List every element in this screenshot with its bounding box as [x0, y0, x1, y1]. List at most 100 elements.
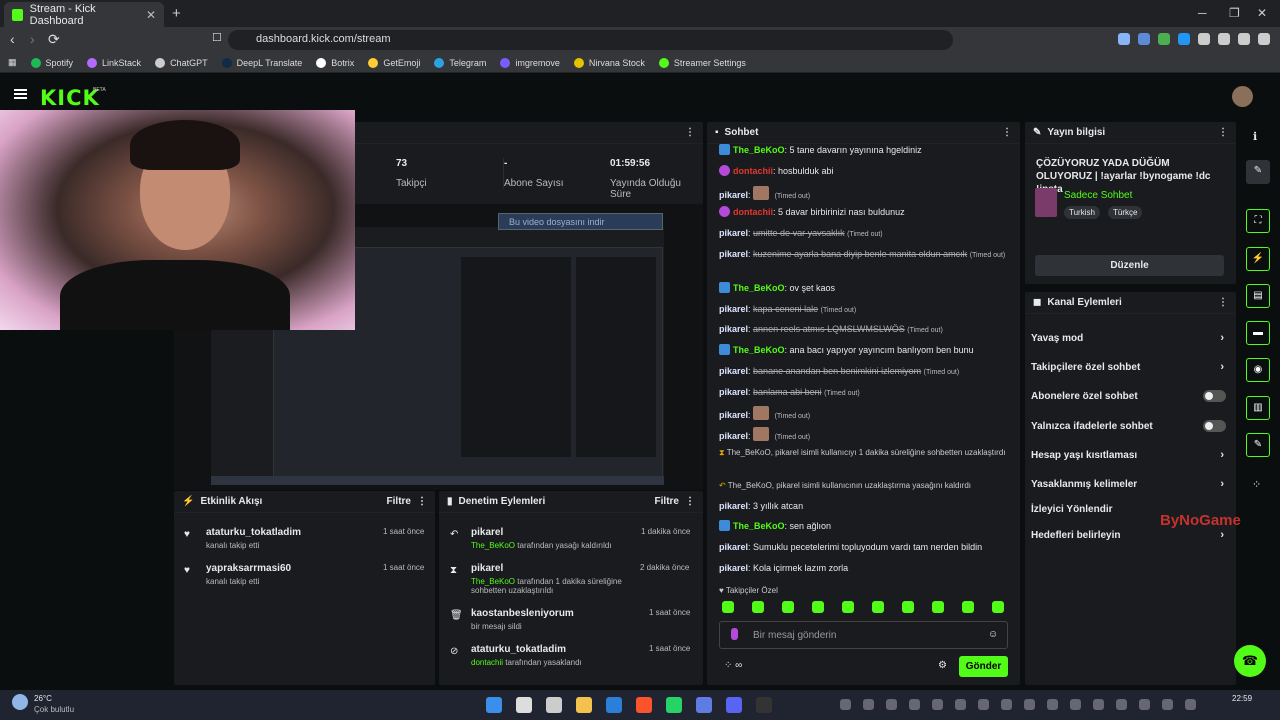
tray-icon[interactable]	[909, 699, 920, 710]
bookmark-streamer-settings[interactable]: Streamer Settings	[658, 57, 746, 68]
chat-username[interactable]: The_BeKoO	[733, 145, 785, 155]
forward-icon[interactable]: ›	[30, 31, 35, 47]
apps-grid-icon[interactable]: ▦	[8, 57, 17, 68]
emote-icon[interactable]	[752, 601, 764, 613]
action-account-age[interactable]: Hesap yaşı kısıtlaması ›	[1031, 449, 1226, 461]
chat-input[interactable]: Bir mesaj gönderin	[719, 621, 1008, 649]
toggle-switch[interactable]	[1203, 390, 1226, 402]
tray-icon[interactable]	[1001, 699, 1012, 710]
tray-icon[interactable]	[1024, 699, 1035, 710]
tray-icon[interactable]	[886, 699, 897, 710]
bookmark-telegram[interactable]: Telegram	[434, 57, 486, 68]
brave-icon[interactable]	[636, 697, 652, 713]
avatar[interactable]	[1232, 86, 1253, 107]
apps-icon[interactable]: ⁘	[1252, 478, 1261, 491]
gear-icon[interactable]: ⚙	[938, 660, 947, 671]
chat-bubble-icon[interactable]: ▬	[1246, 321, 1270, 345]
bookmark-imgremove[interactable]: imgremove	[500, 57, 560, 68]
tray-icon[interactable]	[955, 699, 966, 710]
bolt-icon[interactable]: ⚡	[1246, 247, 1270, 271]
emote-icon[interactable]	[812, 601, 824, 613]
tray-icon[interactable]	[1070, 699, 1081, 710]
category-link[interactable]: Sadece Sohbet	[1064, 190, 1132, 201]
extension-icon[interactable]	[1198, 33, 1210, 45]
obs-icon[interactable]	[756, 697, 772, 713]
extension-icon[interactable]	[1238, 33, 1250, 45]
action-subscribers-only[interactable]: Abonelere özel sohbet	[1031, 390, 1226, 402]
tray-icon[interactable]	[863, 699, 874, 710]
extension-icon[interactable]	[1118, 33, 1130, 45]
store-icon[interactable]	[606, 697, 622, 713]
tray-icon[interactable]	[1093, 699, 1104, 710]
emote-icon[interactable]	[872, 601, 884, 613]
emote-icon[interactable]	[932, 601, 944, 613]
chat-username[interactable]: dontachii	[733, 207, 773, 217]
broadcast-icon[interactable]: ◉	[1246, 358, 1270, 382]
bookmark-nirvana[interactable]: Nirvana Stock	[573, 57, 645, 68]
tray-icon[interactable]	[978, 699, 989, 710]
emote-icon[interactable]	[722, 601, 734, 613]
action-banned-words[interactable]: Yasaklanmış kelimeler ›	[1031, 478, 1226, 490]
bookmark-deepl[interactable]: DeepL Translate	[221, 57, 302, 68]
bookmark-botrix[interactable]: Botrix	[316, 57, 354, 68]
extension-icon[interactable]	[1258, 33, 1270, 45]
more-options-icon[interactable]: ⋮	[685, 127, 695, 138]
microphone-icon[interactable]	[731, 628, 738, 640]
wrench-icon[interactable]: ✎	[1246, 433, 1270, 457]
bookmark-getemoji[interactable]: GetEmoji	[368, 57, 420, 68]
reload-icon[interactable]: ⟳	[48, 31, 60, 48]
extension-icon[interactable]	[1138, 33, 1150, 45]
layout-icon[interactable]: ▥	[1246, 396, 1270, 420]
emote-icon[interactable]	[992, 601, 1004, 613]
back-icon[interactable]: ‹	[10, 31, 15, 47]
bookmark-chatgpt[interactable]: ChatGPT	[155, 57, 208, 68]
chat-username[interactable]: pikarel	[719, 190, 748, 200]
whatsapp-icon[interactable]	[666, 697, 682, 713]
pencil-icon[interactable]: ✎	[1246, 160, 1270, 184]
chat-username[interactable]: pikarel	[719, 501, 748, 511]
support-chat-icon[interactable]: ☎	[1234, 645, 1266, 677]
action-slow-mode[interactable]: Yavaş mod ›	[1031, 332, 1226, 344]
file-explorer-icon[interactable]	[576, 697, 592, 713]
url-input[interactable]: dashboard.kick.com/stream	[228, 30, 953, 50]
edit-button[interactable]: Düzenle	[1035, 255, 1224, 276]
tray-icon[interactable]	[1139, 699, 1150, 710]
info-icon[interactable]: ℹ	[1253, 130, 1257, 143]
send-button[interactable]: Gönder	[959, 656, 1008, 677]
more-options-icon[interactable]: ⋮	[1218, 127, 1228, 138]
tray-icon[interactable]	[840, 699, 851, 710]
minimize-button[interactable]: ─	[1198, 6, 1207, 20]
extension-icon[interactable]	[1178, 33, 1190, 45]
chat-username[interactable]: pikarel	[719, 249, 748, 259]
tray-icon[interactable]	[1162, 699, 1173, 710]
menu-icon[interactable]	[14, 89, 27, 99]
chat-username[interactable]: pikarel	[719, 304, 748, 314]
action-followers-only[interactable]: Takipçilere özel sohbet ›	[1031, 361, 1226, 373]
tray-icon[interactable]	[1047, 699, 1058, 710]
chat-username[interactable]: dontachii	[733, 166, 773, 176]
task-view-icon[interactable]	[546, 697, 562, 713]
emote-icon[interactable]	[902, 601, 914, 613]
emoji-icon[interactable]: ☺	[988, 629, 998, 640]
discord-icon[interactable]	[726, 697, 742, 713]
document-icon[interactable]: ▤	[1246, 284, 1270, 308]
clip-icon[interactable]: ⛶	[1246, 209, 1270, 233]
new-tab-button[interactable]: +	[172, 5, 181, 22]
tag-badge[interactable]: Türkçe	[1108, 206, 1143, 219]
more-options-icon[interactable]: ⋮	[417, 496, 427, 507]
chat-username[interactable]: The_BeKoO	[733, 521, 785, 531]
search-icon[interactable]	[516, 697, 532, 713]
browser-tab[interactable]: Stream - Kick Dashboard ✕	[4, 2, 164, 27]
close-window-button[interactable]: ✕	[1257, 6, 1267, 20]
bookmark-spotify[interactable]: Spotify	[30, 57, 73, 68]
close-tab-icon[interactable]: ✕	[146, 8, 156, 22]
tray-icon[interactable]	[1185, 699, 1196, 710]
windows-start-icon[interactable]	[486, 697, 502, 713]
chat-username[interactable]: The_BeKoO	[733, 283, 785, 293]
extension-icon[interactable]	[1218, 33, 1230, 45]
toggle-switch[interactable]	[1203, 420, 1226, 432]
action-emotes-only[interactable]: Yalnızca ifadelerle sohbet	[1031, 420, 1226, 432]
bookmark-icon[interactable]: ☐	[212, 31, 222, 44]
extension-icon[interactable]	[1158, 33, 1170, 45]
kick-logo[interactable]: KICK	[40, 86, 100, 110]
